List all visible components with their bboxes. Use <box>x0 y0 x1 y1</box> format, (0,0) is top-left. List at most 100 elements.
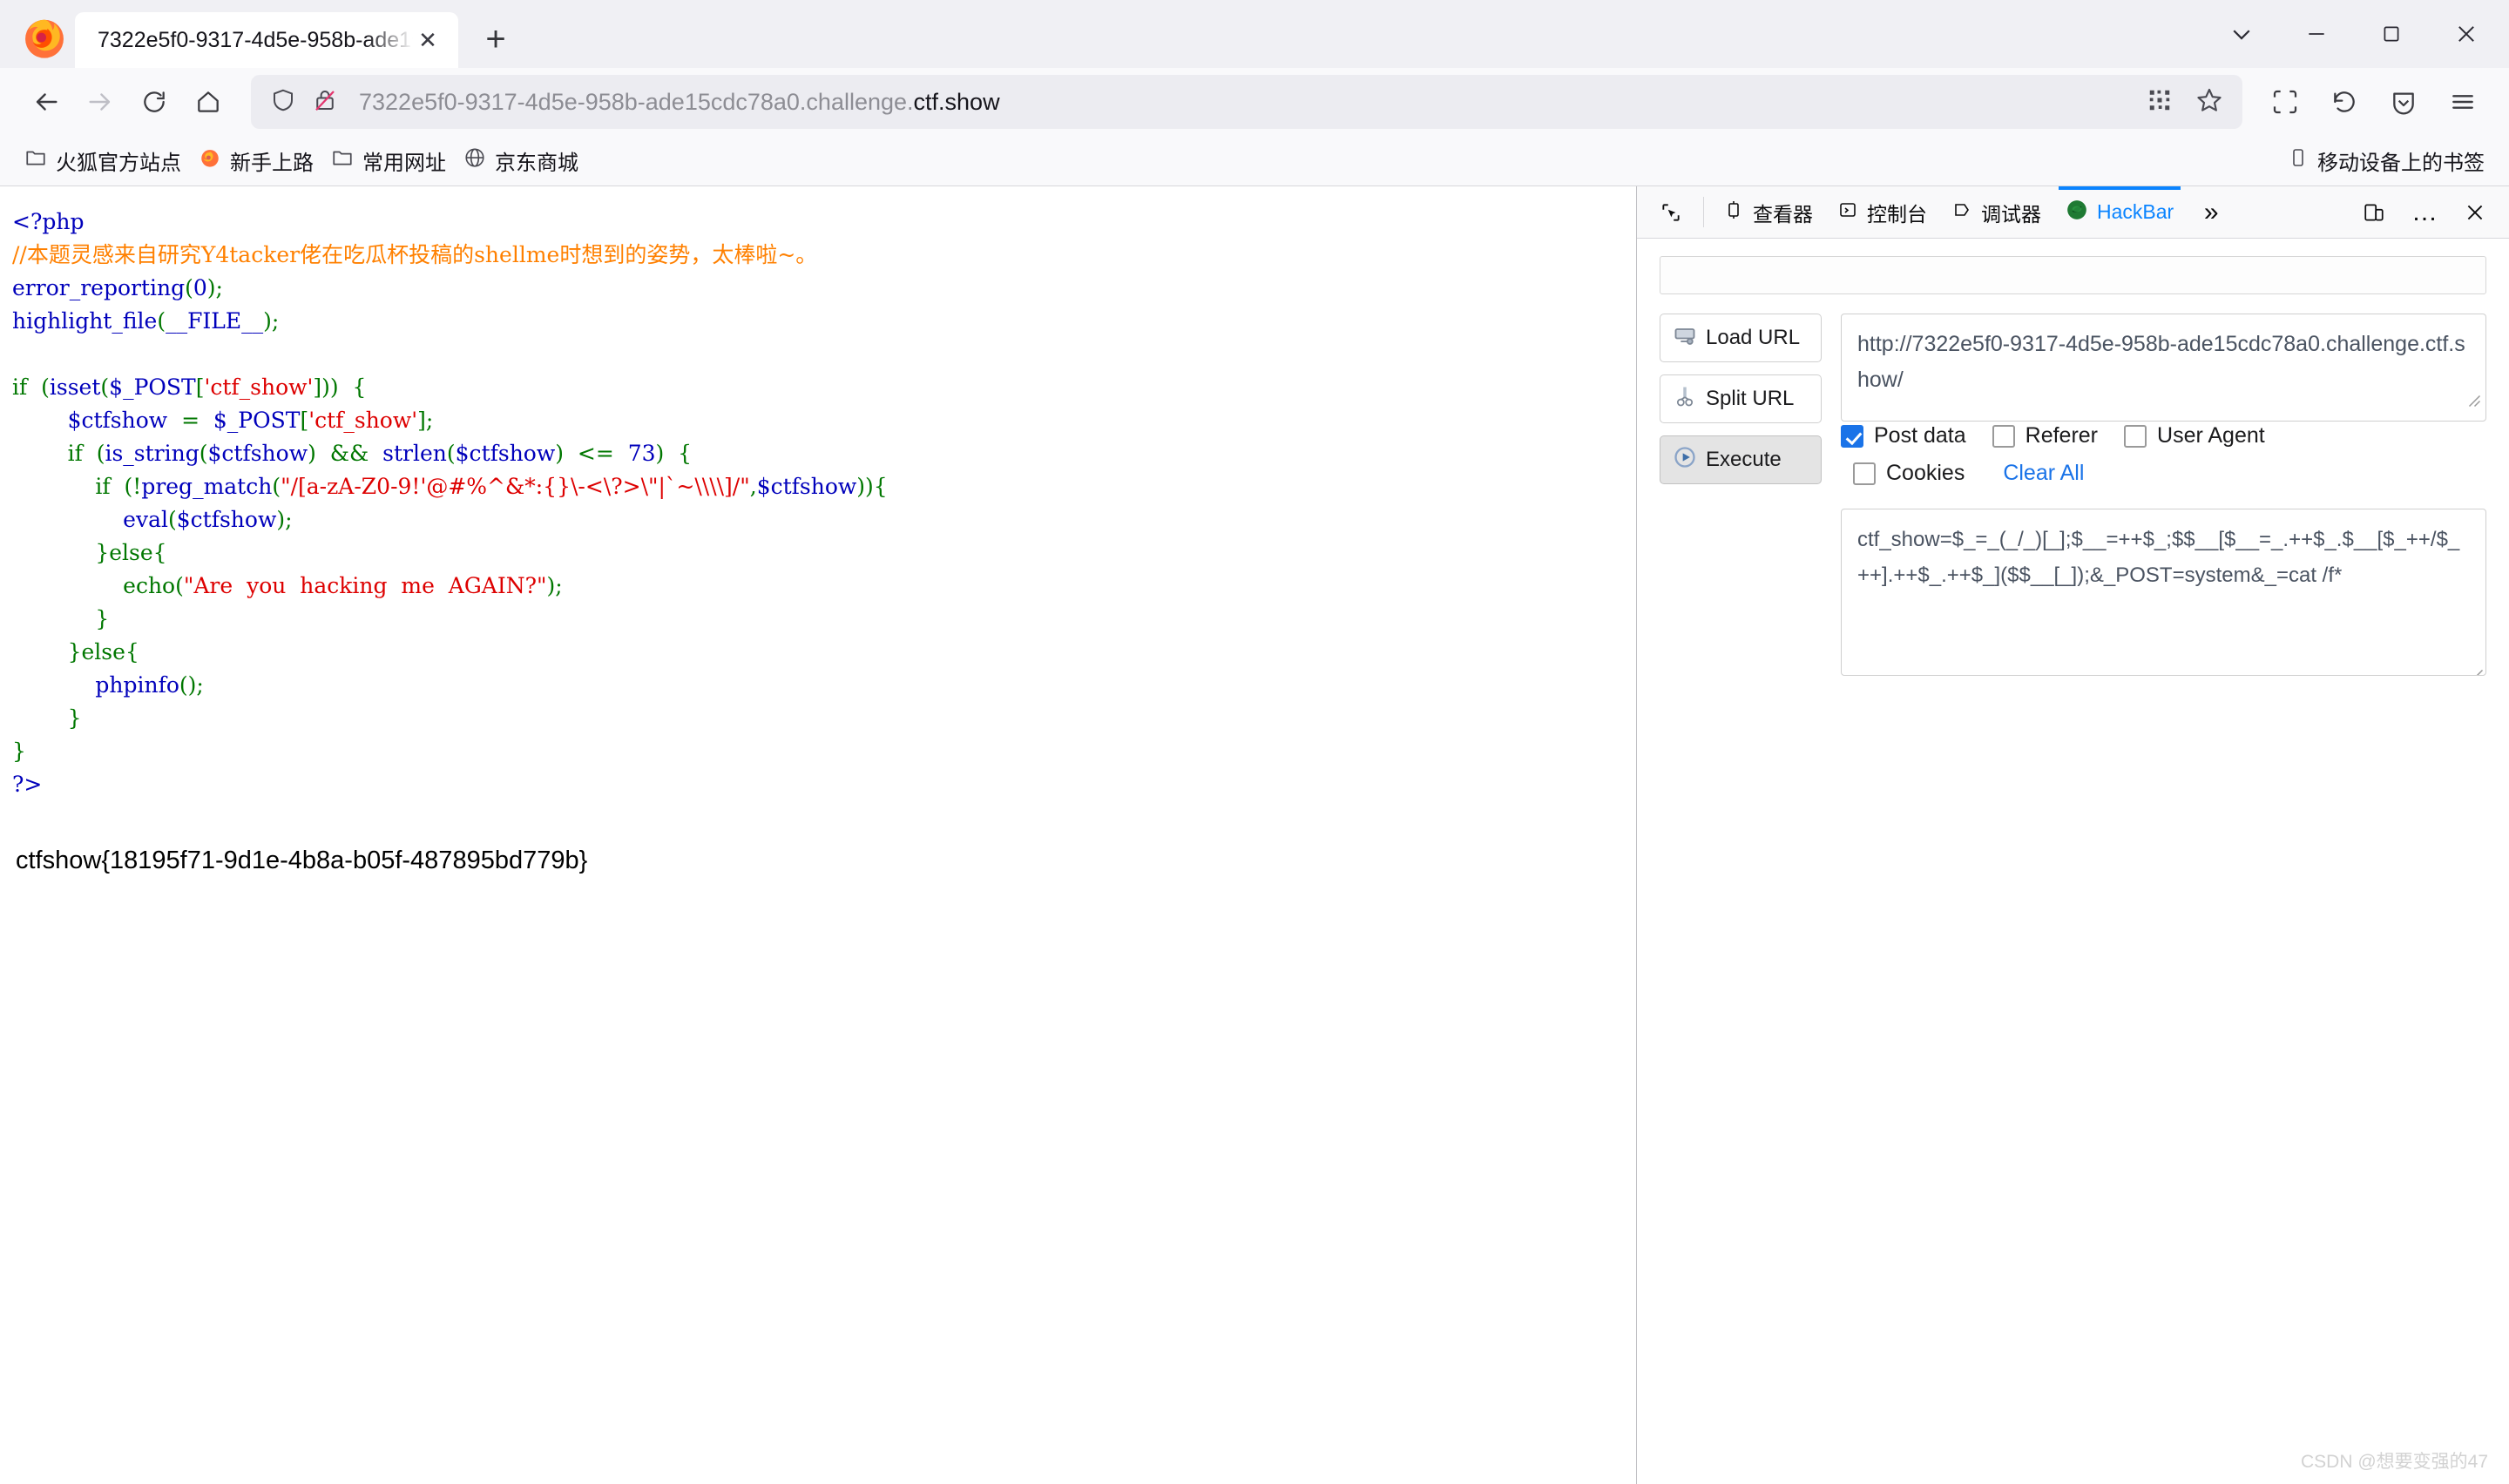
tab-label: HackBar <box>2097 200 2174 223</box>
list-all-tabs-icon[interactable] <box>2204 0 2279 68</box>
undo-icon[interactable] <box>2317 75 2371 129</box>
address-bar[interactable]: 7322e5f0-9317-4d5e-958b-ade15cdc78a0.cha… <box>251 75 2242 129</box>
overflow-tabs-icon[interactable]: » <box>2186 186 2236 238</box>
hackbar-panel: Load URL Split URL Execute http://7322e5… <box>1637 239 2509 1484</box>
hackbar-options-row-1: Post data Referer User Agent <box>1841 423 2486 449</box>
post-data-checkbox[interactable]: Post data <box>1841 423 1966 449</box>
url-text: 7322e5f0-9317-4d5e-958b-ade15cdc78a0.cha… <box>359 89 2133 116</box>
maximize-window-button[interactable] <box>2354 0 2429 68</box>
bookmark-item[interactable]: 常用网址 <box>326 142 458 179</box>
bookmarks-bar: 火狐官方站点 新手上路 常用网址 京东商城 移动设备上的书签 <box>0 136 2509 186</box>
code-token: 'ctf_show' <box>308 408 418 433</box>
code-token: if ( <box>12 441 105 466</box>
navigation-toolbar: 7322e5f0-9317-4d5e-958b-ade15cdc78a0.cha… <box>0 68 2509 136</box>
hackbar-main-row: Load URL Split URL Execute http://7322e5… <box>1660 314 2486 676</box>
load-url-button[interactable]: Load URL <box>1660 314 1822 362</box>
code-token: //本题灵感来自研究Y4tacker佬在吃瓜杯投稿的shellme时想到的姿势，… <box>12 242 818 267</box>
checkbox-label: User Agent <box>2157 423 2265 448</box>
code-token: }else{ <box>12 540 167 565</box>
app-menu-icon[interactable] <box>2436 75 2490 129</box>
responsive-design-mode-icon[interactable] <box>2349 186 2399 238</box>
firefox-logo-icon <box>21 14 68 61</box>
post-data-resize-grip[interactable] <box>2468 658 2484 675</box>
bookmark-label: 京东商城 <box>495 152 578 175</box>
code-token: preg_match <box>141 474 273 499</box>
viewport: <?php //本题灵感来自研究Y4tacker佬在吃瓜杯投稿的shellme时… <box>0 186 2509 1484</box>
code-token: )){ <box>856 474 888 499</box>
save-to-pocket-icon[interactable] <box>2377 75 2431 129</box>
code-token: ) { <box>655 441 693 466</box>
tab-label: 调试器 <box>1981 202 2041 226</box>
window-controls <box>2204 0 2509 68</box>
url-prefix: 7322e5f0-9317-4d5e-958b-ade15cdc78a0.cha… <box>359 88 914 115</box>
qr-code-icon[interactable] <box>2147 87 2173 118</box>
bookmark-item[interactable]: 京东商城 <box>458 142 591 179</box>
tab-hackbar[interactable]: HackBar <box>2053 186 2186 238</box>
minimize-window-button[interactable] <box>2279 0 2354 68</box>
insecure-lock-icon[interactable] <box>312 87 338 118</box>
code-token: $_POST <box>109 374 196 400</box>
split-url-button[interactable]: Split URL <box>1660 374 1822 423</box>
code-token: ( <box>185 275 193 300</box>
code-token: echo <box>123 573 176 598</box>
pick-element-icon[interactable] <box>1646 186 1696 238</box>
tab-console[interactable]: 控制台 <box>1825 186 1939 238</box>
inspector-icon <box>1723 199 1744 226</box>
bookmark-item[interactable]: 火狐官方站点 <box>19 142 193 179</box>
code-token: ); <box>546 573 563 598</box>
bookmark-star-icon[interactable] <box>2195 86 2223 118</box>
code-token: if ( <box>12 374 50 400</box>
code-token: "/[a-zA-Z0-9!'@#%^&*:{}\-<\?>\"|`~\\\\]/… <box>281 474 750 499</box>
code-token: if (! <box>12 474 142 499</box>
code-token: $ctfshow <box>176 507 277 532</box>
code-token: ?> <box>12 772 43 797</box>
referer-checkbox[interactable]: Referer <box>1992 423 2098 449</box>
tab-debugger[interactable]: 调试器 <box>1939 186 2053 238</box>
code-token: ; <box>215 275 223 300</box>
mobile-bookmarks-item[interactable]: 移动设备上的书签 <box>2288 145 2490 176</box>
button-label: Split URL <box>1706 387 1795 410</box>
split-url-icon <box>1673 384 1697 415</box>
close-devtools-icon[interactable] <box>2450 186 2500 238</box>
folder-icon <box>24 146 47 175</box>
devtools-panel: 查看器 控制台 调试器 HackBar » … Load URL Split U… <box>1636 186 2509 1484</box>
close-window-button[interactable] <box>2429 0 2504 68</box>
screenshot-icon[interactable] <box>2258 75 2312 129</box>
new-tab-button[interactable]: + <box>469 12 523 66</box>
clear-all-link[interactable]: Clear All <box>2003 461 2084 486</box>
bookmark-item[interactable]: 新手上路 <box>193 142 326 179</box>
cookies-checkbox[interactable]: Cookies <box>1853 461 1965 486</box>
code-token: ( <box>175 573 184 598</box>
reload-button[interactable] <box>127 75 181 129</box>
code-token: ) <box>263 308 272 334</box>
home-button[interactable] <box>181 75 235 129</box>
code-token: highlight_file <box>12 308 158 334</box>
hackbar-url-input[interactable]: http://7322e5f0-9317-4d5e-958b-ade15cdc7… <box>1841 314 2486 422</box>
code-token: ( <box>446 441 456 466</box>
forward-button <box>73 75 127 129</box>
code-token: $ctfshow <box>756 474 857 499</box>
address-bar-icons <box>270 87 338 118</box>
code-token: isset <box>49 374 101 400</box>
toolbar-divider <box>1703 197 1704 227</box>
code-token: eval <box>123 507 168 532</box>
url-resize-grip[interactable] <box>2465 392 2481 408</box>
back-button[interactable] <box>19 75 73 129</box>
tab-inspector[interactable]: 查看器 <box>1711 186 1825 238</box>
shield-icon[interactable] <box>270 87 296 118</box>
hackbar-action-buttons: Load URL Split URL Execute <box>1660 314 1822 676</box>
tab-label: 查看器 <box>1753 202 1813 226</box>
code-token: $ctfshow <box>455 441 556 466</box>
execute-button[interactable]: Execute <box>1660 435 1822 484</box>
button-label: Load URL <box>1706 326 1801 349</box>
devtools-toolbar: 查看器 控制台 调试器 HackBar » … <box>1637 186 2509 239</box>
browser-tab[interactable]: 7322e5f0-9317-4d5e-958b-ade15cdc78a0.cha… <box>75 12 458 68</box>
hackbar-post-data-input[interactable]: ctf_show=$_=_(_/_)[_];$__=++$_;$$__[$__=… <box>1841 509 2486 676</box>
mobile-icon <box>2288 147 2309 174</box>
user-agent-checkbox[interactable]: User Agent <box>2124 423 2265 449</box>
code-token: ]; <box>417 408 434 433</box>
devtools-menu-icon[interactable]: … <box>2399 186 2450 238</box>
load-url-icon <box>1673 323 1697 354</box>
close-tab-icon[interactable]: ✕ <box>413 25 443 55</box>
